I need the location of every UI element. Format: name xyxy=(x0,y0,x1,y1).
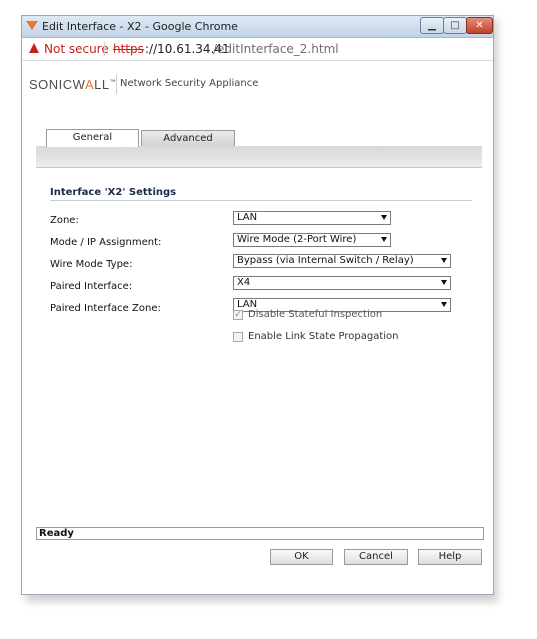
ok-button[interactable]: OK xyxy=(270,549,333,565)
mode-value: Wire Mode (2-Port Wire) xyxy=(237,234,357,245)
paired-interface-value: X4 xyxy=(237,277,251,288)
close-icon: ✕ xyxy=(475,20,484,31)
address-divider xyxy=(104,42,105,56)
disable-stateful-inspection-checkbox[interactable]: ✓ xyxy=(233,310,243,320)
tab-advanced[interactable]: Advanced xyxy=(141,130,235,147)
dropdown-arrow-icon xyxy=(441,280,447,285)
section-divider xyxy=(50,200,472,201)
dropdown-arrow-icon xyxy=(441,258,447,263)
url-scheme: https xyxy=(113,42,144,56)
close-button[interactable]: ✕ xyxy=(466,17,493,34)
enable-link-state-propagation-label: Enable Link State Propagation xyxy=(248,331,399,342)
wire-mode-type-label: Wire Mode Type: xyxy=(50,259,133,270)
wire-mode-type-select[interactable]: Bypass (via Internal Switch / Relay) xyxy=(233,254,451,268)
maximize-icon: □ xyxy=(450,20,460,31)
help-button[interactable]: Help xyxy=(418,549,482,565)
dropdown-arrow-icon xyxy=(381,215,387,220)
zone-select[interactable]: LAN xyxy=(233,211,391,225)
cancel-button[interactable]: Cancel xyxy=(344,549,408,565)
paired-interface-zone-label: Paired Interface Zone: xyxy=(50,303,161,314)
url-path: /editInterface_2.html xyxy=(213,42,339,56)
maximize-button[interactable]: □ xyxy=(443,17,467,34)
dropdown-arrow-icon xyxy=(381,237,387,242)
checkmark-icon: ✓ xyxy=(234,310,242,320)
address-bar[interactable]: Not secure https ://10.61.34.41 /editInt… xyxy=(22,38,493,61)
security-indicator[interactable]: Not secure xyxy=(44,42,109,56)
section-title: Interface 'X2' Settings xyxy=(50,187,177,198)
status-bar: Ready xyxy=(36,527,484,540)
enable-link-state-propagation-checkbox[interactable] xyxy=(233,332,243,342)
minimize-icon: ▁ xyxy=(428,20,436,31)
product-name: Network Security Appliance xyxy=(120,78,259,89)
paired-interface-label: Paired Interface: xyxy=(50,281,133,292)
minimize-button[interactable]: ▁ xyxy=(420,17,444,34)
zone-label: Zone: xyxy=(50,215,79,226)
mode-label: Mode / IP Assignment: xyxy=(50,237,162,248)
dropdown-arrow-icon xyxy=(441,302,447,307)
zone-value: LAN xyxy=(237,212,258,223)
window-title: Edit Interface - X2 - Google Chrome xyxy=(42,20,238,33)
tab-strip xyxy=(36,146,482,168)
disable-stateful-inspection-label: Disable Stateful Inspection xyxy=(248,309,383,320)
sonicwall-app-icon xyxy=(26,21,38,30)
warning-icon xyxy=(29,43,39,53)
tab-general[interactable]: General xyxy=(46,129,139,147)
paired-interface-select[interactable]: X4 xyxy=(233,276,451,290)
sonicwall-logo: SONICWALL™ xyxy=(29,77,117,92)
wire-mode-type-value: Bypass (via Internal Switch / Relay) xyxy=(237,255,414,266)
title-bar[interactable]: Edit Interface - X2 - Google Chrome ▁ □ … xyxy=(22,16,493,38)
browser-window: Edit Interface - X2 - Google Chrome ▁ □ … xyxy=(21,15,494,595)
header-divider xyxy=(116,74,117,94)
mode-select[interactable]: Wire Mode (2-Port Wire) xyxy=(233,233,391,247)
